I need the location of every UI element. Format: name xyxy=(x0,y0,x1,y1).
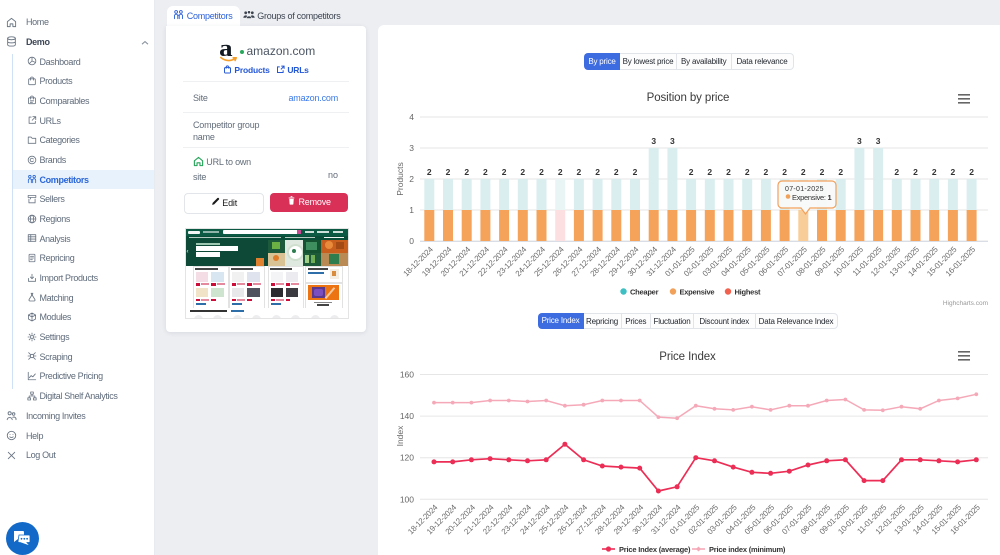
svg-text:2: 2 xyxy=(820,167,825,177)
svg-text:2: 2 xyxy=(969,167,974,177)
svg-text:3: 3 xyxy=(651,136,656,146)
svg-text:1: 1 xyxy=(409,205,414,215)
svg-text:2: 2 xyxy=(595,167,600,177)
svg-text:Highest: Highest xyxy=(735,288,762,297)
svg-text:2: 2 xyxy=(932,167,937,177)
svg-text:2: 2 xyxy=(838,167,843,177)
svg-text:Price Index (average): Price Index (average) xyxy=(619,545,691,554)
svg-text:2: 2 xyxy=(782,167,787,177)
svg-text:2: 2 xyxy=(726,167,731,177)
svg-text:2: 2 xyxy=(894,167,899,177)
svg-text:2: 2 xyxy=(951,167,956,177)
svg-text:2: 2 xyxy=(614,167,619,177)
svg-text:3: 3 xyxy=(670,136,675,146)
svg-text:Expensive: Expensive xyxy=(680,288,715,297)
svg-text:2: 2 xyxy=(633,167,638,177)
svg-text:2: 2 xyxy=(558,167,563,177)
svg-text:2: 2 xyxy=(539,167,544,177)
svg-text:Position by price: Position by price xyxy=(647,92,730,104)
svg-text:100: 100 xyxy=(400,494,414,504)
svg-text:2: 2 xyxy=(707,167,712,177)
svg-text:2: 2 xyxy=(577,167,582,177)
svg-text:2: 2 xyxy=(409,174,414,184)
svg-text:2: 2 xyxy=(464,167,469,177)
svg-text:2: 2 xyxy=(913,167,918,177)
svg-text:Index: Index xyxy=(395,425,405,447)
svg-text:Price Index: Price Index xyxy=(659,351,716,363)
svg-text:3: 3 xyxy=(876,136,881,146)
svg-text:4: 4 xyxy=(409,112,414,122)
svg-text:Cheaper: Cheaper xyxy=(630,288,659,297)
svg-text:Products: Products xyxy=(395,162,405,196)
svg-text:2: 2 xyxy=(502,167,507,177)
svg-text:Price index (minimum): Price index (minimum) xyxy=(709,545,786,554)
svg-text:0: 0 xyxy=(409,236,414,246)
svg-text:2: 2 xyxy=(427,167,432,177)
svg-text:3: 3 xyxy=(857,136,862,146)
svg-text:160: 160 xyxy=(400,370,414,380)
svg-text:2: 2 xyxy=(745,167,750,177)
svg-text:2: 2 xyxy=(520,167,525,177)
svg-text:2: 2 xyxy=(689,167,694,177)
svg-text:Expensive: 1: Expensive: 1 xyxy=(792,193,831,202)
svg-text:2: 2 xyxy=(446,167,451,177)
svg-text:Highcharts.com: Highcharts.com xyxy=(943,300,988,307)
svg-text:2: 2 xyxy=(764,167,769,177)
svg-text:140: 140 xyxy=(400,411,414,421)
svg-text:2: 2 xyxy=(483,167,488,177)
svg-text:120: 120 xyxy=(400,453,414,463)
svg-text:3: 3 xyxy=(409,143,414,153)
svg-text:2: 2 xyxy=(801,167,806,177)
